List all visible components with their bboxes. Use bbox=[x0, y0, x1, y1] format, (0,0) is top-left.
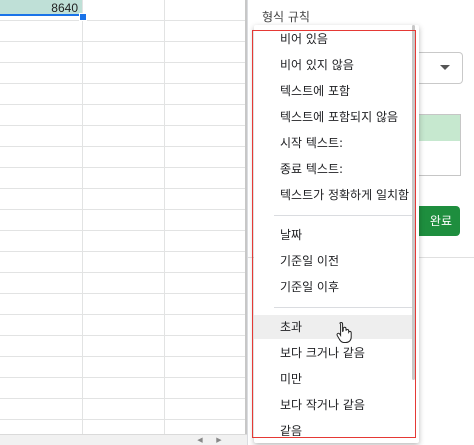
menu-item[interactable]: 텍스트에 포함 bbox=[254, 79, 412, 103]
menu-item[interactable]: 종료 텍스트: bbox=[254, 157, 412, 181]
selected-cell[interactable]: 8640 bbox=[0, 0, 82, 16]
chevron-down-icon bbox=[440, 65, 450, 70]
hand-cursor-icon bbox=[336, 321, 352, 343]
menu-divider bbox=[274, 215, 412, 216]
condition-dropdown-menu[interactable]: 비어 있음 비어 있지 않음 텍스트에 포함 텍스트에 포함되지 않음 시작 텍스트: 종… bbox=[254, 25, 419, 443]
spreadsheet-grid[interactable]: 8640 ◀ ▶ bbox=[0, 0, 247, 445]
fill-handle[interactable] bbox=[79, 13, 87, 21]
menu-item[interactable]: 기준일 이후 bbox=[254, 275, 412, 299]
scroll-left-icon[interactable]: ◀ bbox=[195, 435, 205, 445]
menu-item[interactable]: 보다 크거나 같음 bbox=[254, 341, 412, 365]
menu-scrollbar[interactable] bbox=[412, 25, 415, 380]
menu-item[interactable]: 미만 bbox=[254, 367, 412, 391]
column-divider bbox=[164, 0, 165, 445]
menu-item[interactable]: 비어 있지 않음 bbox=[254, 53, 412, 77]
menu-item[interactable]: 같음 bbox=[254, 419, 412, 443]
menu-item[interactable]: 시작 텍스트: bbox=[254, 131, 412, 155]
horizontal-scrollbar[interactable]: ◀ ▶ bbox=[0, 434, 247, 445]
menu-item[interactable]: 초과 bbox=[254, 315, 412, 339]
menu-item[interactable]: 텍스트가 정확하게 일치함 bbox=[254, 183, 412, 207]
menu-item[interactable]: 보다 작거나 같음 bbox=[254, 393, 412, 417]
menu-item[interactable]: 기준일 이전 bbox=[254, 249, 412, 273]
menu-item[interactable]: 비어 있음 bbox=[254, 27, 412, 51]
menu-divider bbox=[274, 307, 412, 308]
menu-item[interactable]: 텍스트에 포함되지 않음 bbox=[254, 105, 412, 129]
scroll-right-icon[interactable]: ▶ bbox=[214, 435, 224, 445]
column-divider bbox=[82, 0, 83, 445]
menu-item[interactable]: 날짜 bbox=[254, 223, 412, 247]
format-rules-heading: 형식 규칙 bbox=[262, 10, 310, 24]
